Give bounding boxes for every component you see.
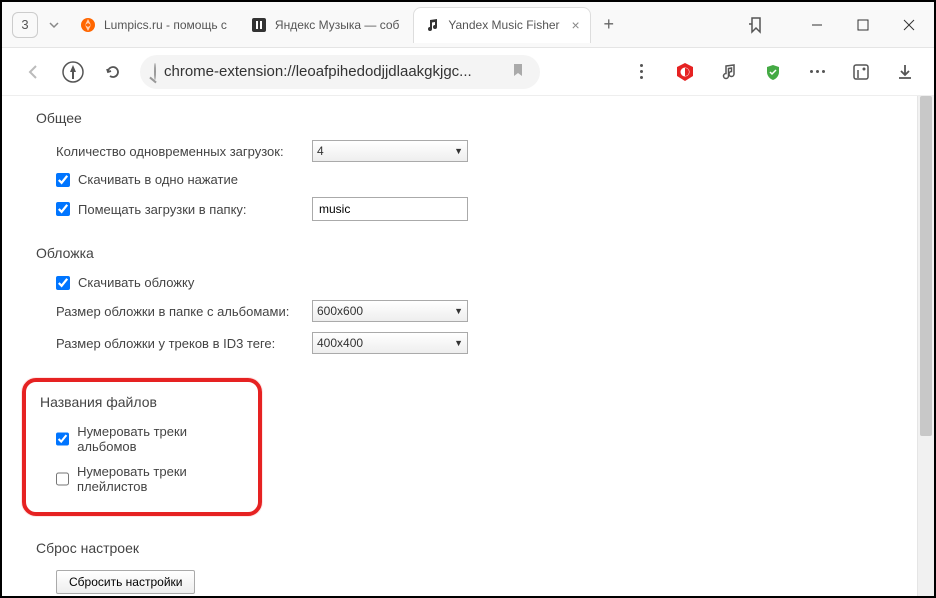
shield-icon[interactable]	[762, 61, 784, 83]
tab-yandex-music-fisher[interactable]: Yandex Music Fisher ×	[413, 7, 590, 43]
number-albums-checkbox[interactable]	[56, 432, 69, 446]
reload-button[interactable]	[100, 59, 126, 85]
concurrent-downloads-select[interactable]: 4▼	[312, 140, 468, 162]
scrollbar[interactable]	[917, 96, 934, 596]
reset-button[interactable]: Сбросить настройки	[56, 570, 195, 594]
menu-icon[interactable]	[630, 61, 652, 83]
number-albums-label: Нумеровать треки альбомов	[77, 424, 240, 454]
section-title: Обложка	[36, 245, 883, 261]
more-extensions-icon[interactable]	[806, 61, 828, 83]
folder-label: Помещать загрузки в папку:	[78, 202, 312, 217]
music-favicon	[424, 17, 440, 33]
album-cover-size-label: Размер обложки в папке с альбомами:	[56, 304, 312, 319]
downloads-icon[interactable]	[894, 61, 916, 83]
id3-cover-size-label: Размер обложки у треков в ID3 теге:	[56, 336, 312, 351]
bookmark-bar-icon[interactable]	[742, 16, 770, 34]
site-info-icon[interactable]	[154, 64, 156, 79]
new-tab-button[interactable]: +	[595, 11, 623, 39]
number-playlists-label: Нумеровать треки плейлистов	[77, 464, 240, 494]
window-maximize[interactable]	[840, 2, 886, 48]
number-playlists-checkbox[interactable]	[56, 472, 69, 486]
omnibox[interactable]: chrome-extension://leoafpihedodjjdlaakgk…	[140, 55, 540, 89]
content-area: Общее Количество одновременных загрузок:…	[2, 96, 934, 596]
oneclick-label: Скачивать в одно нажатие	[78, 172, 238, 187]
tab-lumpics[interactable]: Lumpics.ru - помощь с	[70, 7, 237, 43]
section-title: Сброс настроек	[36, 540, 883, 556]
back-button[interactable]	[20, 59, 46, 85]
tabs-dropdown[interactable]	[42, 13, 66, 37]
tab-counter[interactable]: 3	[12, 12, 38, 38]
adblock-icon[interactable]	[674, 61, 696, 83]
section-cover: Обложка Скачивать обложку Размер обложки…	[36, 245, 883, 354]
titlebar: 3 Lumpics.ru - помощь с Яндекс Музыка — …	[2, 2, 934, 48]
section-filenames-highlighted: Названия файлов Нумеровать треки альбомо…	[22, 378, 262, 516]
section-general: Общее Количество одновременных загрузок:…	[36, 110, 883, 221]
lumpics-favicon	[80, 17, 96, 33]
oneclick-checkbox[interactable]	[56, 173, 70, 187]
folder-checkbox[interactable]	[56, 202, 70, 216]
folder-input[interactable]	[312, 197, 468, 221]
close-tab-icon[interactable]: ×	[572, 17, 580, 33]
yandex-button[interactable]	[60, 59, 86, 85]
id3-cover-size-select[interactable]: 400x400▼	[312, 332, 468, 354]
concurrent-downloads-label: Количество одновременных загрузок:	[56, 144, 312, 159]
download-cover-checkbox[interactable]	[56, 276, 70, 290]
tab-title: Lumpics.ru - помощь с	[104, 18, 227, 32]
url-text: chrome-extension://leoafpihedodjjdlaakgk…	[164, 63, 502, 80]
section-title: Названия файлов	[40, 394, 240, 410]
bookmark-icon[interactable]	[510, 62, 526, 81]
tab-yandex-music[interactable]: Яндекс Музыка — соб	[241, 7, 409, 43]
window-close[interactable]	[886, 2, 932, 48]
tab-title: Яндекс Музыка — соб	[275, 18, 399, 32]
window-minimize[interactable]	[794, 2, 840, 48]
download-cover-label: Скачивать обложку	[78, 275, 194, 290]
music-extension-icon[interactable]	[718, 61, 740, 83]
section-reset: Сброс настроек Сбросить настройки	[36, 540, 883, 594]
scroll-thumb[interactable]	[920, 96, 932, 436]
address-bar: chrome-extension://leoafpihedodjjdlaakgk…	[2, 48, 934, 96]
section-title: Общее	[36, 110, 883, 126]
sidebar-icon[interactable]	[850, 61, 872, 83]
pause-favicon	[251, 17, 267, 33]
tab-title: Yandex Music Fisher	[448, 18, 559, 32]
album-cover-size-select[interactable]: 600x600▼	[312, 300, 468, 322]
